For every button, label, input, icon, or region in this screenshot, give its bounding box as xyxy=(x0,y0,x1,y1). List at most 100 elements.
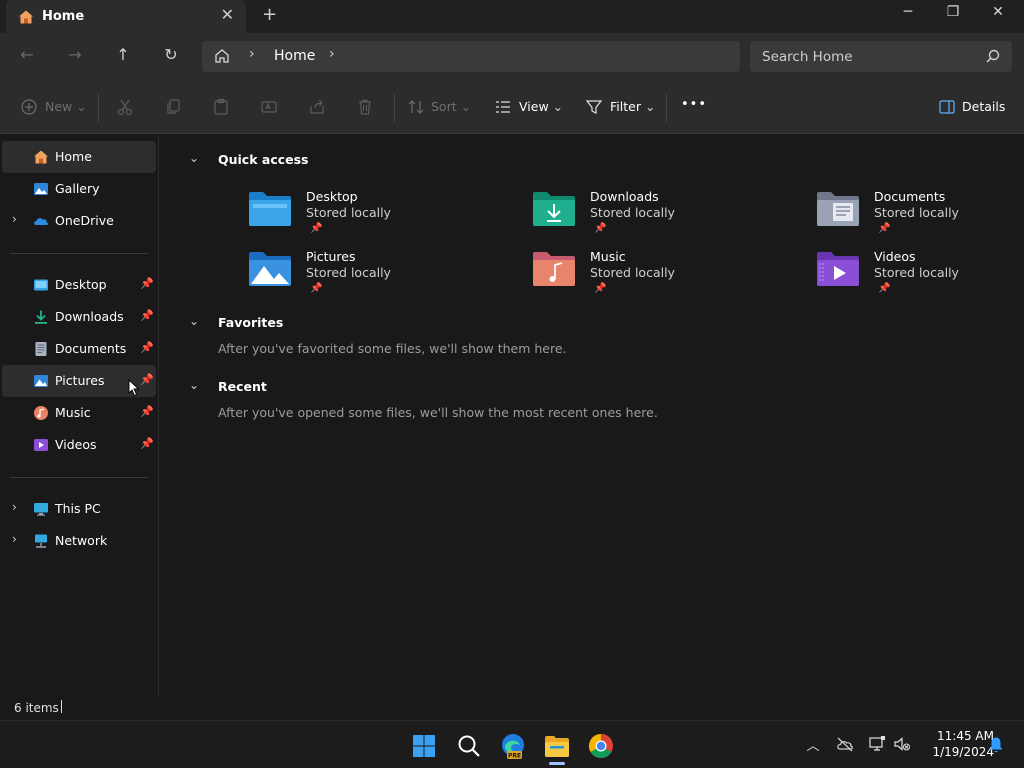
collapse-quick-access-chevron-icon[interactable]: ⌄ xyxy=(189,151,199,165)
quick-access-music[interactable]: Music Stored locally 📌 xyxy=(532,249,782,305)
pin-icon[interactable]: 📌 xyxy=(140,277,154,290)
delete-icon[interactable] xyxy=(356,98,374,116)
quick-access-documents[interactable]: Documents Stored locally 📌 xyxy=(816,189,1024,245)
clock-time: 11:45 AM xyxy=(937,729,994,743)
sidebar-item-downloads[interactable]: Downloads 📌 xyxy=(2,301,156,333)
notification-bell-icon[interactable] xyxy=(988,736,1004,754)
edge-badge: PRE xyxy=(508,753,521,760)
pin-icon[interactable]: 📌 xyxy=(140,405,154,418)
new-tab-button[interactable]: + xyxy=(262,4,277,25)
sidebar-item-videos[interactable]: Videos 📌 xyxy=(2,429,156,461)
videos-folder-icon xyxy=(817,252,859,286)
up-button[interactable]: ↑ xyxy=(111,45,135,69)
cut-icon[interactable] xyxy=(116,98,134,116)
breadcrumb-chevron-icon[interactable]: › xyxy=(249,46,255,62)
pin-icon[interactable]: 📌 xyxy=(140,437,154,450)
search-input[interactable] xyxy=(762,47,982,67)
pin-icon[interactable]: 📌 xyxy=(140,309,154,322)
quick-access-desktop[interactable]: Desktop Stored locally 📌 xyxy=(248,189,498,245)
sidebar-item-music[interactable]: Music 📌 xyxy=(2,397,156,429)
clock-date: 1/19/2024 xyxy=(932,745,994,759)
quick-access-pictures[interactable]: Pictures Stored locally 📌 xyxy=(248,249,498,305)
status-bar: 6 items xyxy=(0,695,1024,720)
file-explorer-icon[interactable] xyxy=(541,730,573,762)
pin-icon: 📌 xyxy=(310,283,323,294)
rename-icon[interactable] xyxy=(260,98,278,116)
pin-icon[interactable]: 📌 xyxy=(140,373,154,386)
filter-button[interactable]: Filter ⌄ xyxy=(610,99,655,117)
favorites-empty-message: After you've favorited some files, we'll… xyxy=(218,341,567,356)
refresh-button[interactable]: ↻ xyxy=(159,45,183,69)
minimize-button[interactable]: ─ xyxy=(886,4,930,20)
details-button[interactable]: Details xyxy=(962,99,1005,117)
chrome-icon[interactable] xyxy=(585,730,617,762)
recent-heading[interactable]: Recent xyxy=(218,379,267,394)
taskbar-search-icon[interactable] xyxy=(453,730,485,762)
back-button[interactable]: ← xyxy=(15,45,39,69)
edge-preview-icon[interactable]: PRE xyxy=(497,730,529,762)
command-bar xyxy=(0,80,1024,134)
this-pc-icon xyxy=(34,503,48,516)
close-window-button[interactable]: ✕ xyxy=(976,4,1020,20)
sidebar-item-home[interactable]: Home xyxy=(2,141,156,173)
pictures-folder-icon xyxy=(249,252,291,286)
gallery-icon xyxy=(34,183,48,195)
sidebar-item-documents[interactable]: Documents 📌 xyxy=(2,333,156,365)
view-button[interactable]: View ⌄ xyxy=(519,99,563,117)
new-button[interactable]: New ⌄ xyxy=(45,99,87,117)
quick-access-heading[interactable]: Quick access xyxy=(218,152,309,167)
chevron-down-icon: ⌄ xyxy=(460,99,472,114)
sidebar-item-onedrive[interactable]: › OneDrive xyxy=(2,205,156,237)
item-status: Stored locally xyxy=(874,205,959,220)
sidebar-item-desktop[interactable]: Desktop 📌 xyxy=(2,269,156,301)
quick-access-videos[interactable]: Videos Stored locally 📌 xyxy=(816,249,1024,305)
close-tab-icon[interactable]: ✕ xyxy=(221,5,234,24)
sidebar-item-this-pc[interactable]: › This PC xyxy=(2,493,156,525)
tab-home[interactable]: Home ✕ xyxy=(6,0,246,33)
sidebar-item-network[interactable]: › Network xyxy=(2,525,156,557)
sidebar-item-label: Gallery xyxy=(55,181,100,196)
restore-button[interactable]: ❐ xyxy=(931,4,975,20)
show-hidden-icons-chevron-icon[interactable]: ︿ xyxy=(804,735,822,754)
desktop-folder-icon xyxy=(34,279,48,291)
copy-icon[interactable] xyxy=(164,98,182,116)
more-options-button[interactable]: ••• xyxy=(681,97,707,115)
item-status: Stored locally xyxy=(590,205,675,220)
sidebar-item-gallery[interactable]: Gallery xyxy=(2,173,156,205)
breadcrumb-home[interactable]: Home xyxy=(274,48,315,64)
chevron-down-icon: ⌄ xyxy=(552,99,564,114)
pin-icon: 📌 xyxy=(310,223,323,234)
breadcrumb-chevron-icon[interactable]: › xyxy=(329,46,335,62)
volume-muted-icon[interactable] xyxy=(893,735,911,753)
share-icon[interactable] xyxy=(308,98,326,116)
sidebar-item-label: Network xyxy=(55,533,108,548)
collapse-recent-chevron-icon[interactable]: ⌄ xyxy=(189,378,199,392)
search-box[interactable] xyxy=(750,41,1012,72)
documents-folder-icon xyxy=(817,192,859,226)
forward-button[interactable]: → xyxy=(63,45,87,69)
sidebar-item-label: Pictures xyxy=(55,373,105,388)
paste-icon[interactable] xyxy=(212,98,230,116)
home-icon xyxy=(34,150,48,164)
sidebar-item-label: This PC xyxy=(55,501,101,516)
onedrive-offline-icon[interactable] xyxy=(836,736,854,752)
filter-icon xyxy=(585,100,603,114)
chevron-right-icon[interactable]: › xyxy=(12,212,17,226)
sort-button[interactable]: Sort ⌄ xyxy=(431,99,471,117)
pane-splitter[interactable] xyxy=(158,135,159,695)
quick-access-downloads[interactable]: Downloads Stored locally 📌 xyxy=(532,189,782,245)
pin-icon[interactable]: 📌 xyxy=(140,341,154,354)
favorites-heading[interactable]: Favorites xyxy=(218,315,283,330)
downloads-folder-icon xyxy=(533,192,575,226)
tab-title: Home xyxy=(42,9,85,24)
collapse-favorites-chevron-icon[interactable]: ⌄ xyxy=(189,314,199,328)
sort-icon xyxy=(408,100,424,114)
chevron-right-icon[interactable]: › xyxy=(12,500,17,514)
address-bar[interactable]: › Home › xyxy=(202,41,740,72)
clock[interactable]: 11:45 AM 1/19/2024 xyxy=(914,728,994,760)
sidebar-item-label: Desktop xyxy=(55,277,107,292)
onedrive-icon xyxy=(34,218,49,225)
chevron-right-icon[interactable]: › xyxy=(12,532,17,546)
start-button-windows-icon[interactable] xyxy=(408,730,440,762)
network-status-icon[interactable] xyxy=(868,735,886,753)
